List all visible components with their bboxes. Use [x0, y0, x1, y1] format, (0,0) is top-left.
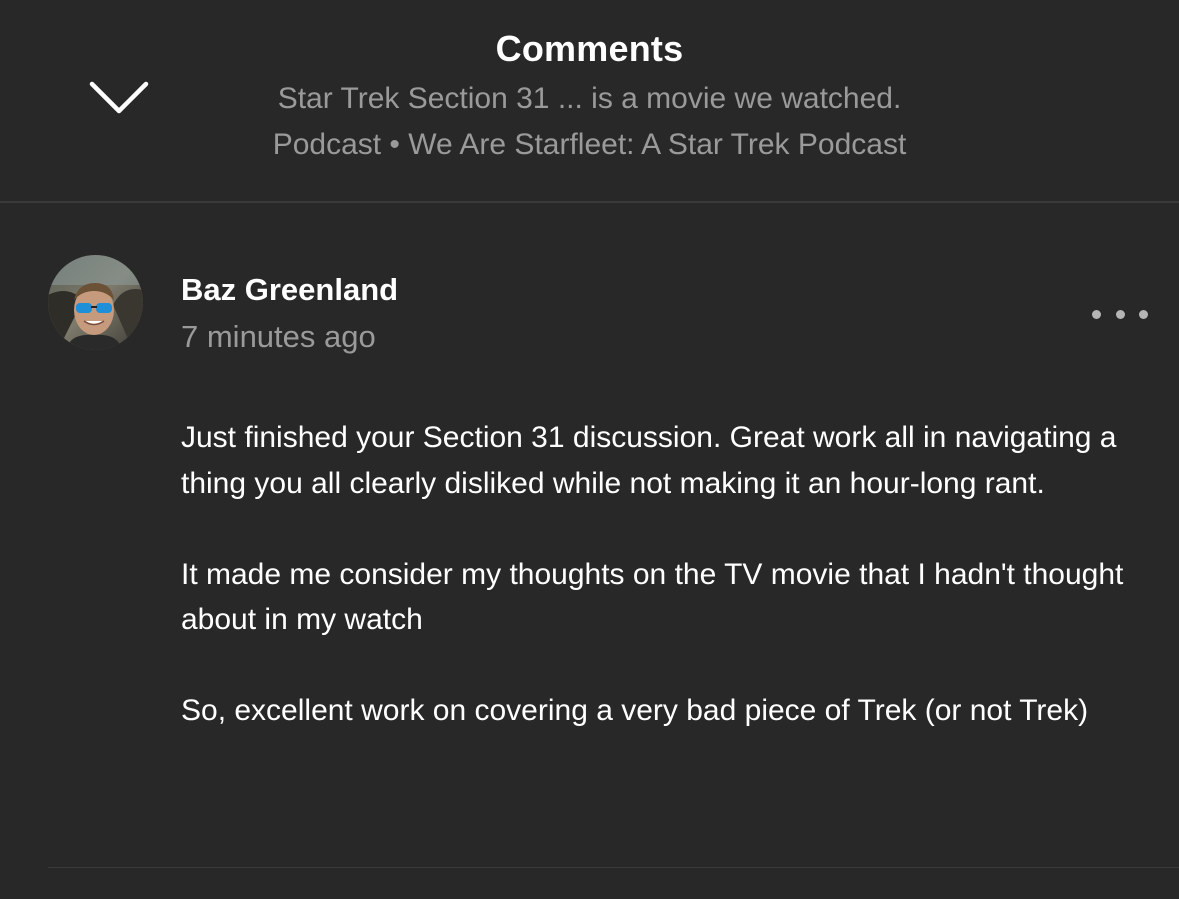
more-horizontal-icon — [1115, 309, 1125, 319]
divider — [48, 867, 1179, 868]
avatar[interactable] — [48, 255, 143, 350]
page-title: Comments — [495, 28, 684, 69]
comment-paragraph: So, excellent work on covering a very ba… — [181, 694, 1089, 727]
comment-paragraph: Just finished your Section 31 discussion… — [181, 421, 1117, 500]
more-horizontal-icon — [1139, 309, 1148, 319]
comment-paragraph: It made me consider my thoughts on the T… — [181, 557, 1124, 637]
more-horizontal-icon — [1092, 309, 1101, 319]
podcast-name: Podcast • We Are Starfleet: A Star Trek … — [272, 128, 907, 161]
comments-header: Comments Star Trek Section 31 ... is a m… — [0, 0, 1179, 203]
episode-title: Star Trek Section 31 ... is a movie we w… — [277, 82, 902, 115]
avatar-image — [48, 255, 143, 350]
comment-body: Just finished your Section 31 discussion… — [181, 415, 1126, 779]
more-options-button[interactable] — [1090, 301, 1150, 327]
comment-timestamp: 7 minutes ago — [181, 319, 376, 354]
comment-author[interactable]: Baz Greenland — [181, 272, 398, 308]
